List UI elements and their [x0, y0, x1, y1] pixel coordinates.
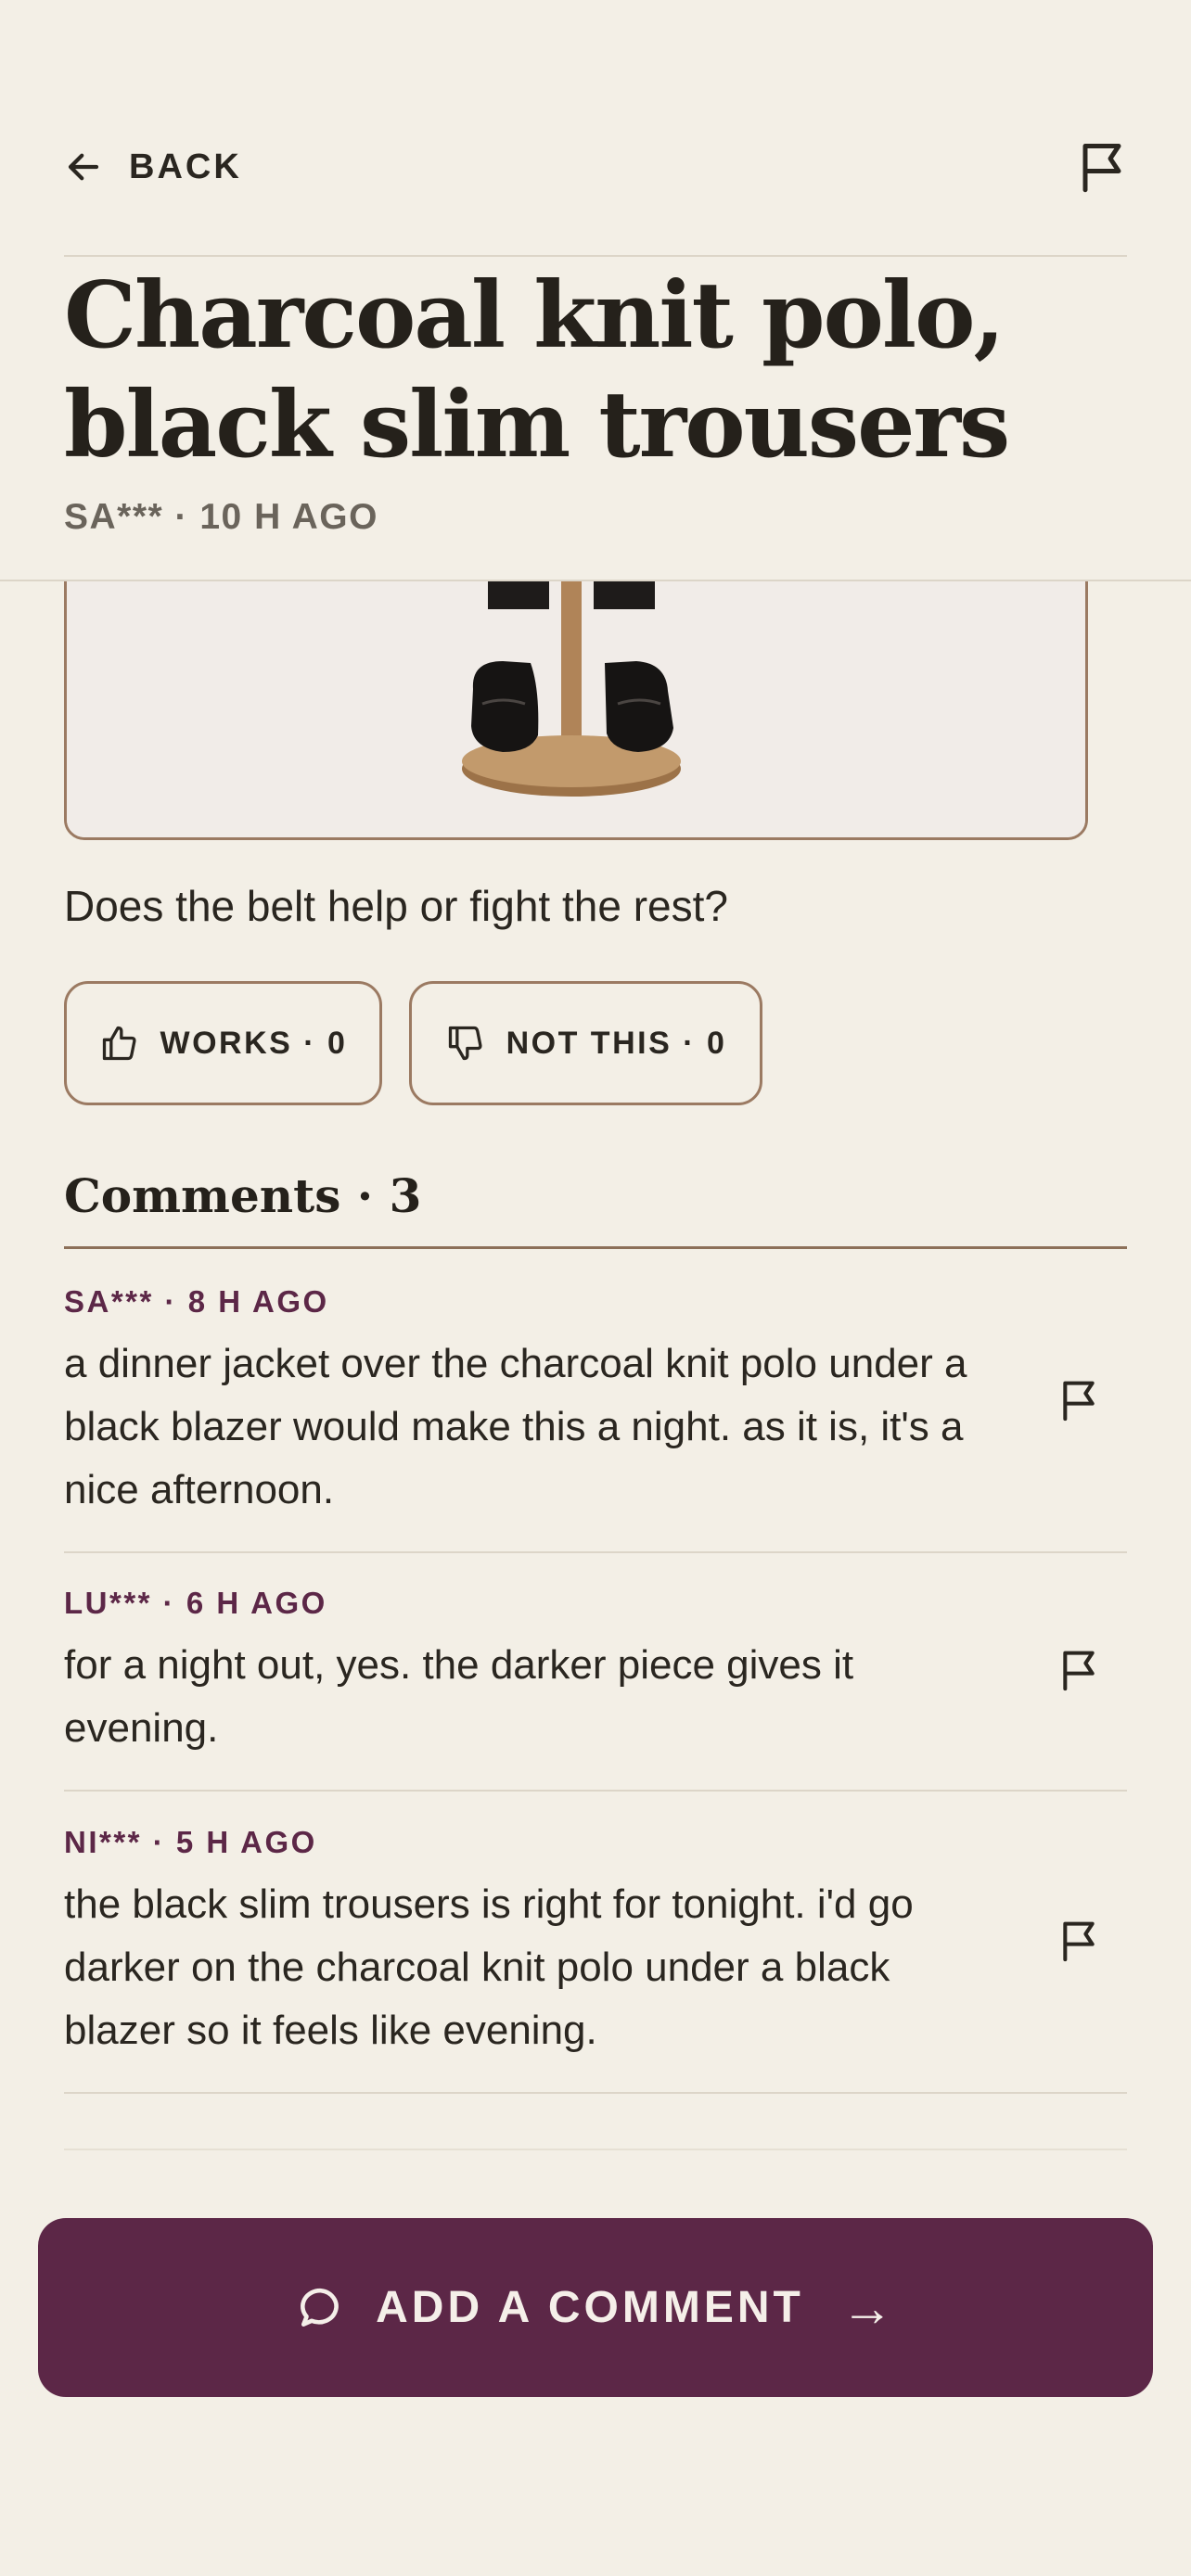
post-meta: SA*** · 10 H AGO	[64, 497, 378, 537]
comment-item: NI*** · 5 H AGO the black slim trousers …	[64, 1825, 1127, 2094]
flag-icon[interactable]	[1058, 1377, 1099, 1423]
post-title: Charcoal knit polo, black slim trousers	[64, 262, 1010, 478]
not-this-button[interactable]: NOT THIS · 0	[409, 981, 762, 1105]
post-header: BACK Charcoal knit polo, black slim trou…	[0, 0, 1191, 581]
comment-meta: NI*** · 5 H AGO	[64, 1825, 317, 1859]
post-question: Does the belt help or fight the rest?	[64, 882, 728, 930]
comment-item: SA*** · 8 H AGO a dinner jacket over the…	[64, 1284, 1127, 1553]
header-divider	[64, 255, 1127, 257]
thumbs-down-icon	[448, 1026, 482, 1061]
comment-item: LU*** · 6 H AGO for a night out, yes. th…	[64, 1586, 1127, 1792]
comment-text: the black slim trousers is right for ton…	[64, 1881, 914, 2053]
comments-divider	[64, 1246, 1127, 1249]
post-detail-screen: BACK Charcoal knit polo, black slim trou…	[0, 0, 1191, 2576]
arrow-right-icon: →	[840, 2278, 893, 2337]
back-label: BACK	[129, 147, 242, 186]
comment-text: a dinner jacket over the charcoal knit p…	[64, 1341, 967, 1512]
top-bar: BACK	[64, 130, 1127, 204]
thumbs-up-icon	[102, 1026, 136, 1061]
add-comment-button[interactable]: ADD A COMMENT →	[38, 2218, 1153, 2397]
flag-icon[interactable]	[1058, 1647, 1099, 1693]
works-label: WORKS · 0	[160, 1025, 348, 1061]
speech-bubble-icon	[301, 2288, 339, 2327]
flag-icon[interactable]	[1058, 1918, 1099, 1964]
arrow-left-icon	[68, 153, 99, 181]
list-end-divider	[64, 2149, 1127, 2150]
flag-icon[interactable]	[1077, 139, 1127, 195]
comment-text: for a night out, yes. the darker piece g…	[64, 1642, 854, 1751]
add-comment-label: ADD A COMMENT	[376, 2283, 804, 2332]
comments-heading: Comments · 3	[64, 1168, 422, 1223]
works-button[interactable]: WORKS · 0	[64, 981, 382, 1105]
comment-meta: LU*** · 6 H AGO	[64, 1586, 327, 1620]
comment-meta: SA*** · 8 H AGO	[64, 1284, 329, 1319]
not-this-label: NOT THIS · 0	[506, 1025, 727, 1061]
back-button[interactable]: BACK	[64, 147, 242, 187]
